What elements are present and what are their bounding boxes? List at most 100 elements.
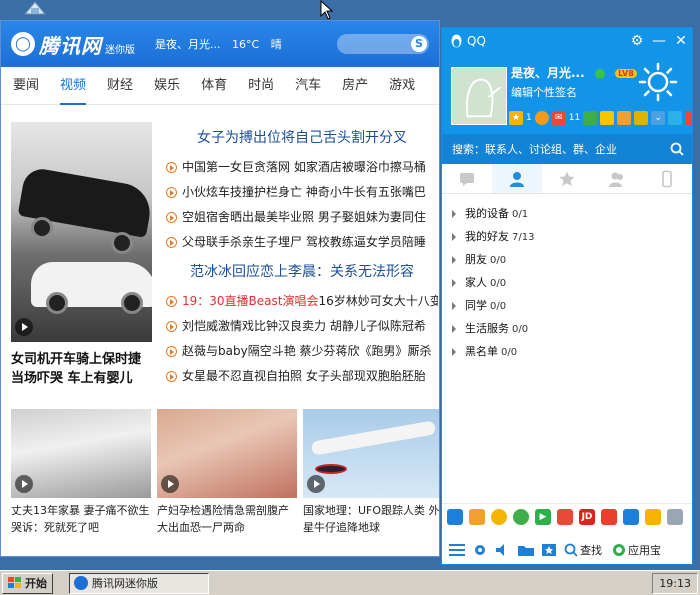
play-icon[interactable] — [15, 475, 33, 493]
group-friends[interactable]: 朋友 0/0 — [442, 248, 692, 271]
weather-widget[interactable]: 是夜、月光... 16°C 晴 — [155, 36, 290, 52]
tab-contacts[interactable] — [492, 164, 542, 193]
shop-icon[interactable] — [600, 111, 615, 125]
tab-realestate[interactable]: 房产 — [342, 67, 368, 105]
live-link[interactable]: 19：30直播Beast演唱会 — [182, 289, 318, 314]
app-grid-icon[interactable] — [667, 508, 683, 525]
list-item[interactable]: 空姐宿舍晒出最美毕业照 男子娶姐妹为妻同住 — [166, 205, 438, 230]
jd-icon[interactable]: JD — [579, 508, 595, 525]
list-item[interactable]: 中国第一女巨贪落网 如家酒店被曝浴巾擦马桶 — [166, 155, 438, 180]
trophy-icon[interactable] — [645, 508, 661, 525]
tab-groups[interactable] — [592, 164, 642, 193]
group-my-devices[interactable]: 我的设备 0/1 — [442, 202, 692, 225]
tencent-logo-icon[interactable]: ◯ — [11, 32, 35, 56]
dropdown-icon[interactable]: ⌄ — [651, 111, 666, 125]
qq-titlebar[interactable]: QQ ⚙ — ✕ — [442, 28, 692, 54]
puzzle-icon[interactable] — [634, 111, 649, 125]
video-play-icon[interactable]: ▶ — [535, 508, 551, 525]
video-card[interactable]: 产妇孕检遇险情急需剖腹产 大出血恐一尸两命 — [157, 409, 297, 536]
wallet-icon[interactable] — [617, 111, 632, 125]
message-box-icon[interactable] — [685, 111, 692, 125]
tab-phone[interactable] — [642, 164, 692, 193]
app-store-button[interactable]: 应用宝 — [612, 542, 661, 558]
skin-shirt-icon[interactable] — [668, 111, 683, 125]
group-blacklist[interactable]: 黑名单 0/0 — [442, 340, 692, 363]
play-icon[interactable] — [15, 318, 33, 336]
play-icon[interactable] — [307, 475, 325, 493]
stock-chart-icon[interactable] — [557, 508, 573, 525]
qq-search-input[interactable]: 搜索：联系人、讨论组、群、企业 — [442, 134, 692, 164]
video-caption[interactable]: 丈夫13年家暴 妻子痛不欲生哭诉：死就死了吧 — [11, 502, 151, 536]
close-icon[interactable]: ✕ — [670, 33, 692, 49]
tab-games[interactable]: 游戏 — [389, 67, 415, 105]
qq-pet-icon[interactable] — [469, 508, 485, 525]
clock[interactable]: 19:13 — [659, 577, 691, 590]
qq-music-icon[interactable] — [513, 508, 529, 525]
tab-finance[interactable]: 财经 — [107, 67, 133, 105]
tab-sports[interactable]: 体育 — [201, 67, 227, 105]
brand-name[interactable]: 腾讯网 — [39, 30, 102, 59]
signature-edit[interactable]: 编辑个性签名 — [511, 84, 577, 100]
avatar[interactable] — [451, 67, 507, 125]
mail-icon[interactable]: ✉ — [551, 111, 566, 125]
group-life-services[interactable]: 生活服务 0/0 — [442, 317, 692, 340]
video-caption[interactable]: 国家地理：UFO跟踪人类 外星牛仔追降地球 — [303, 502, 439, 536]
list-item[interactable]: 刘恺威激情戏比钟汉良卖力 胡静儿子似陈冠希 — [166, 314, 438, 339]
skin-icon[interactable]: ⚙ — [626, 33, 648, 49]
video-card[interactable]: 丈夫13年家暴 妻子痛不欲生哭诉：死就死了吧 — [11, 409, 151, 536]
hero-thumbnail[interactable] — [11, 122, 152, 342]
qq-nickname[interactable]: 是夜、月光... LV8 — [511, 64, 637, 81]
minimize-icon[interactable]: — — [648, 33, 670, 49]
search-icon[interactable]: S — [411, 36, 427, 52]
star-icon[interactable]: ★ — [509, 111, 523, 125]
play-icon[interactable] — [161, 475, 179, 493]
qzone-icon[interactable] — [534, 111, 549, 125]
tab-messages[interactable] — [442, 164, 492, 193]
news-search-input[interactable]: S — [337, 34, 429, 54]
list-item[interactable]: 小伙炫车技撞护栏身亡 神奇小牛长有五张嘴巴 — [166, 180, 438, 205]
tab-favorites[interactable] — [542, 164, 592, 193]
group-name: 我的好友 — [465, 230, 509, 243]
hero-caption[interactable]: 女司机开车骑上保时捷当场吓哭 车上有婴儿 — [11, 350, 152, 388]
pc-manager-icon[interactable] — [623, 508, 639, 525]
tab-entertainment[interactable]: 娱乐 — [154, 67, 180, 105]
list-item[interactable]: 赵薇与baby隔空斗艳 蔡少芬蒋欣《跑男》厮杀 — [166, 339, 438, 364]
folder-icon[interactable] — [516, 542, 536, 558]
online-status-icon[interactable] — [594, 68, 605, 79]
list-item[interactable]: 女星最不忍直视自拍照 女子头部现双胞胎胚胎 — [166, 364, 438, 389]
favorite-star-icon[interactable] — [539, 542, 559, 558]
desktop-icon[interactable] — [22, 0, 48, 16]
group-family[interactable]: 家人 0/0 — [442, 271, 692, 294]
qq-main-panel: QQ ⚙ — ✕ 是夜、月光... LV8 编辑个性签名 ★ 1 ✉ 11 ⌄ … — [441, 27, 693, 565]
video-thumbnail[interactable] — [11, 409, 151, 498]
video-card[interactable]: 国家地理：UFO跟踪人类 外星牛仔追降地球 — [303, 409, 439, 536]
settings-gear-icon[interactable] — [470, 542, 490, 558]
tab-auto[interactable]: 汽车 — [295, 67, 321, 105]
level-badge[interactable]: LV8 — [615, 69, 637, 78]
find-button[interactable]: 查找 — [564, 542, 602, 558]
weather-sun-icon[interactable] — [638, 62, 678, 102]
list-item[interactable]: 19：30直播Beast演唱会 16岁林妙可女大十八变 — [166, 289, 438, 314]
group-my-friends[interactable]: 我的好友 7/13 — [442, 225, 692, 248]
video-thumbnail[interactable] — [303, 409, 439, 498]
hero-video[interactable]: 女司机开车骑上保时捷当场吓哭 车上有婴儿 — [11, 122, 152, 402]
tab-video[interactable]: 视频 — [60, 67, 87, 105]
start-button[interactable]: 开始 — [2, 572, 53, 594]
taskbar-window-tencent[interactable]: 腾讯网迷你版 — [69, 572, 209, 594]
search-icon[interactable] — [670, 142, 684, 156]
tab-news[interactable]: 要闻 — [13, 67, 39, 105]
qq-game-icon[interactable] — [491, 508, 507, 525]
friend-icon[interactable] — [583, 111, 598, 125]
video-caption[interactable]: 产妇孕检遇险情急需剖腹产 大出血恐一尸两命 — [157, 502, 297, 536]
headline-title[interactable]: 范冰冰回应恋上李晨：关系无法形容 — [166, 261, 438, 281]
volume-icon[interactable] — [493, 542, 513, 558]
tab-fashion[interactable]: 时尚 — [248, 67, 274, 105]
lottery-icon[interactable] — [601, 508, 617, 525]
qq-school-icon[interactable] — [447, 508, 463, 525]
group-classmates[interactable]: 同学 0/0 — [442, 294, 692, 317]
list-item[interactable]: 父母联手杀亲生子埋尸 驾校教练逼女学员陪睡 — [166, 230, 438, 255]
main-menu-icon[interactable] — [447, 542, 467, 558]
video-thumbnail[interactable] — [157, 409, 297, 498]
app-store-label: 应用宝 — [628, 544, 661, 557]
headline-title[interactable]: 女子为搏出位将自己舌头割开分叉 — [166, 127, 438, 147]
